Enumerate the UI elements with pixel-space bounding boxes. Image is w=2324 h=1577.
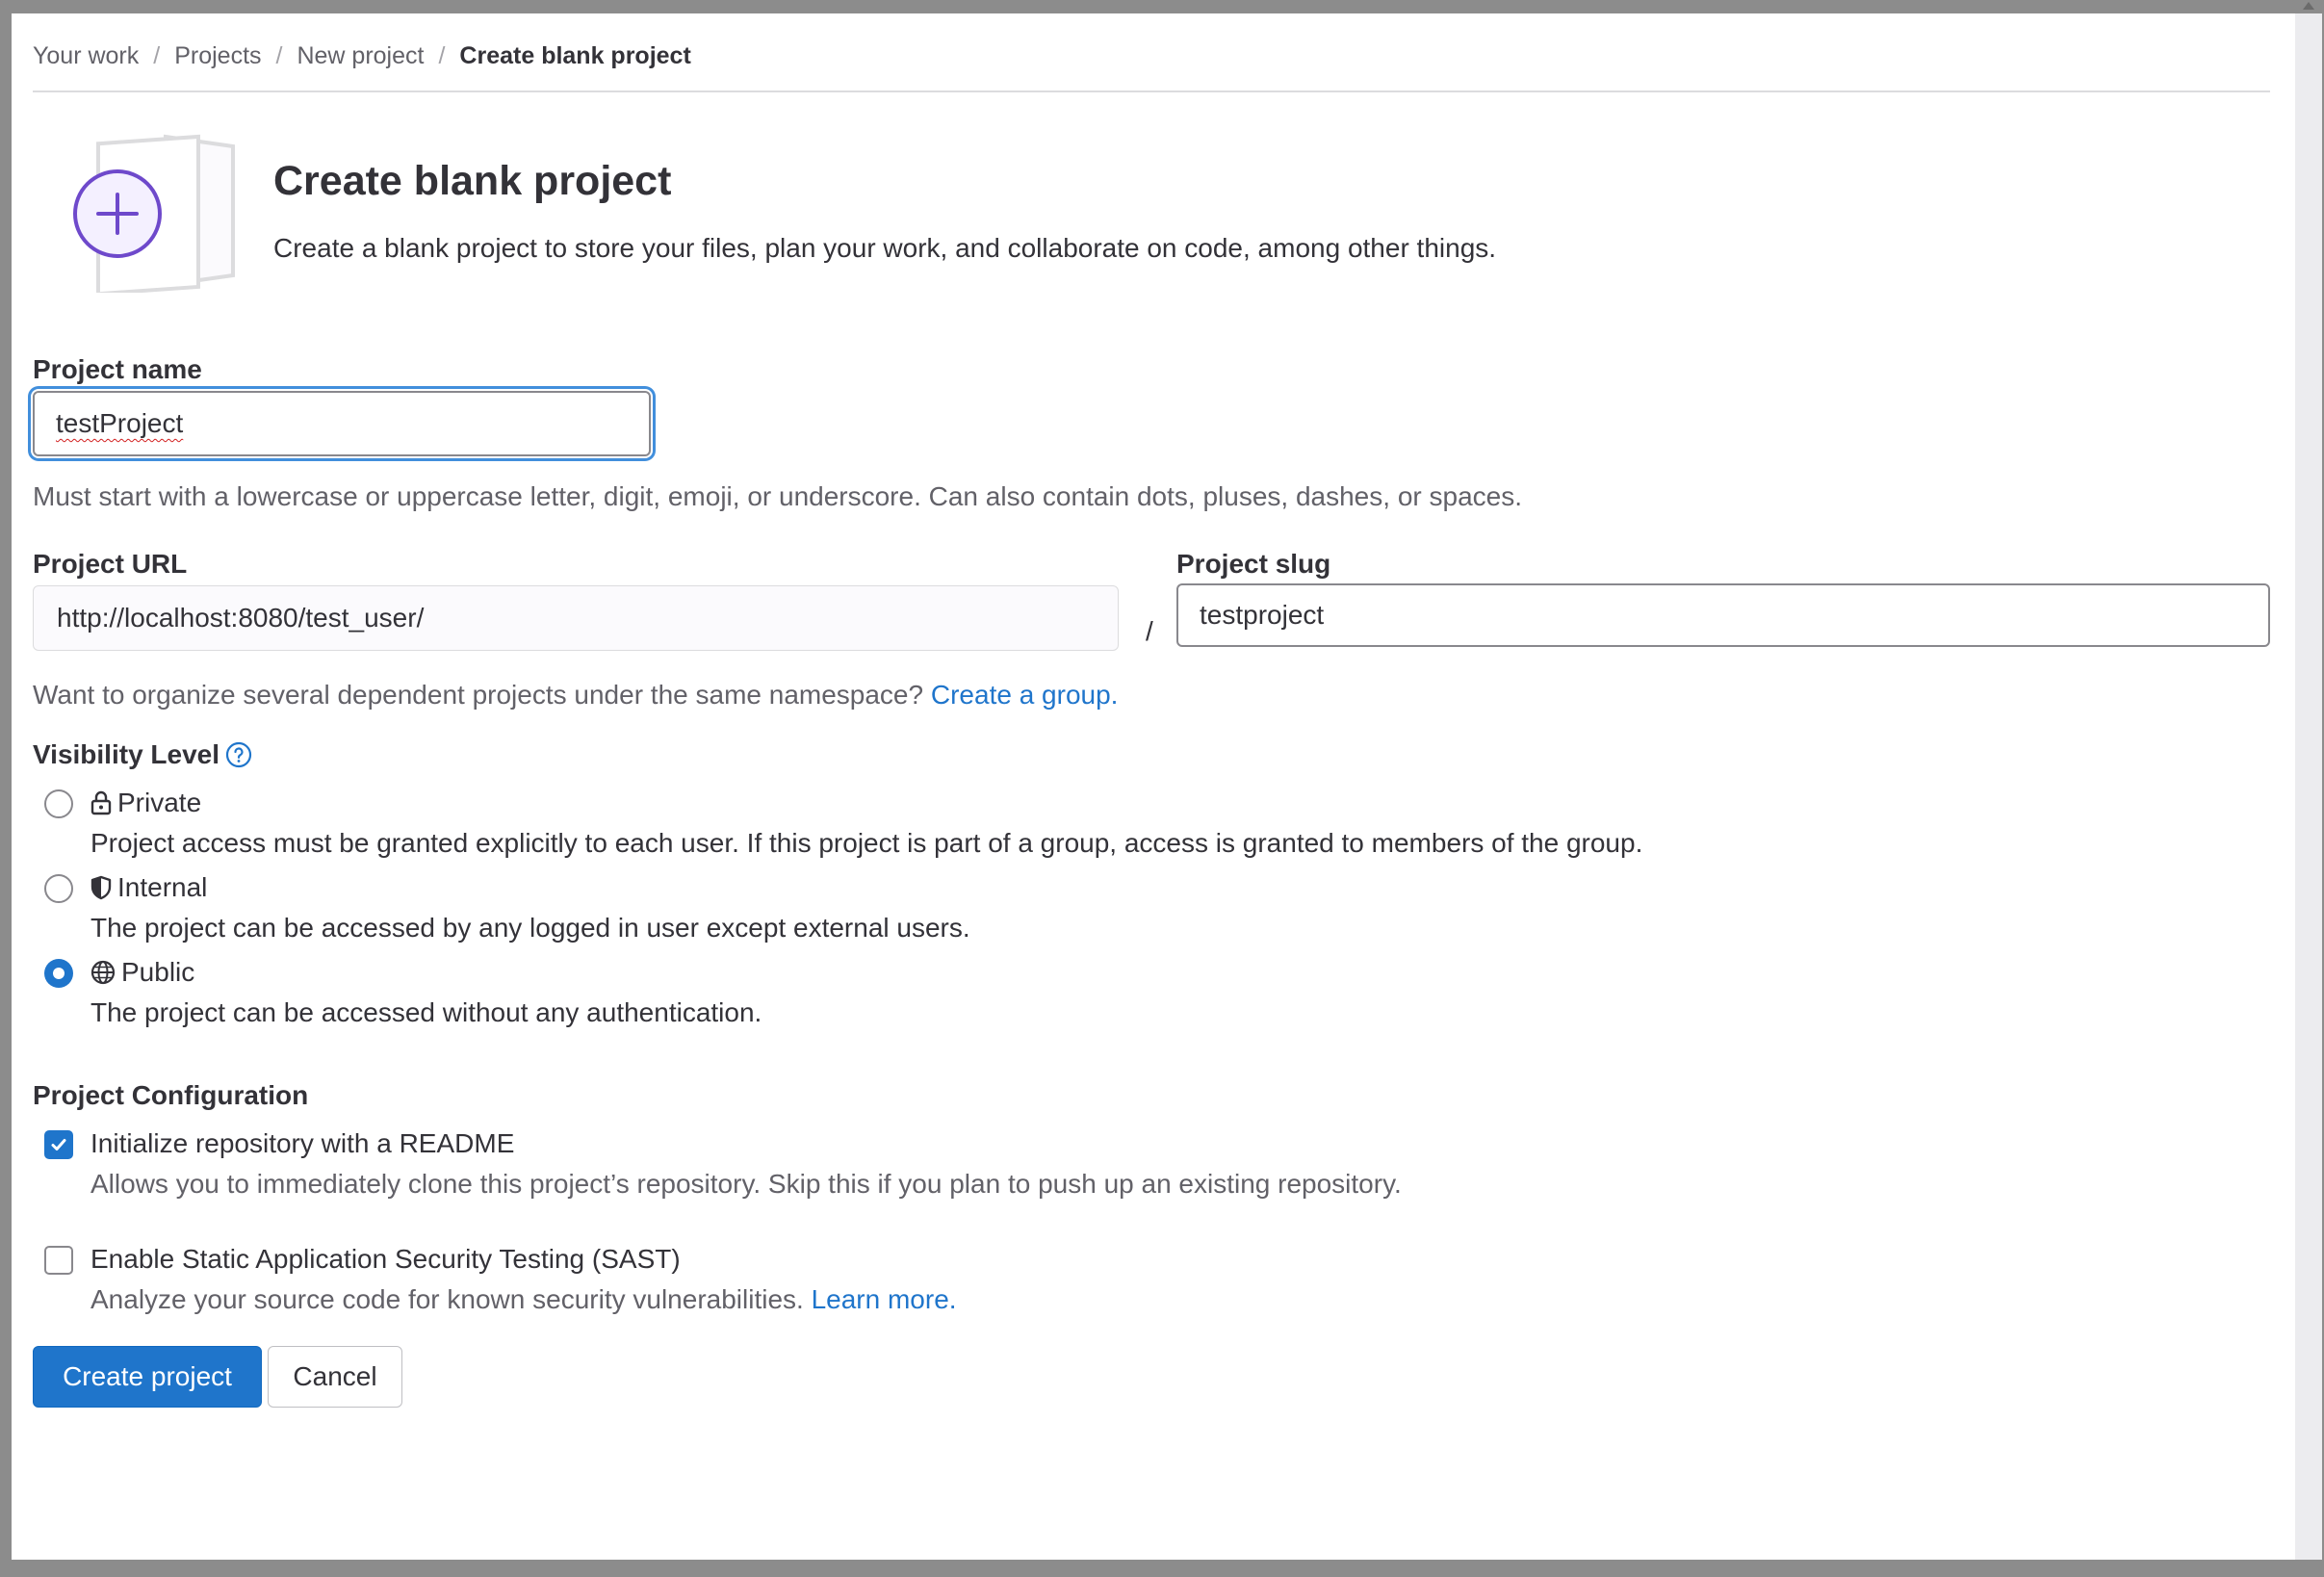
visibility-internal-description: The project can be accessed by any logge… (90, 913, 970, 943)
visibility-private-label: Private (117, 788, 202, 817)
visibility-internal-option[interactable]: Internal (90, 872, 207, 903)
project-name-label: Project name (33, 354, 202, 384)
blank-project-illustration (60, 121, 243, 297)
page: Your work / Projects / New project / Cre… (12, 13, 2295, 1560)
project-name-help: Must start with a lowercase or uppercase… (33, 481, 1522, 511)
question-circle-icon[interactable] (225, 741, 252, 768)
project-name-value: testProject (56, 408, 184, 438)
learn-more-link[interactable]: Learn more. (812, 1284, 957, 1314)
visibility-private-option[interactable]: Private (90, 788, 201, 818)
project-slug-input[interactable]: testproject (1176, 583, 2270, 647)
breadcrumb: Your work / Projects / New project / Cre… (33, 42, 691, 70)
scrollbar-up-arrow[interactable] (2303, 2, 2314, 10)
page-description: Create a blank project to store your fil… (273, 233, 1497, 263)
cancel-button[interactable]: Cancel (268, 1346, 402, 1408)
visibility-public-radio[interactable] (44, 959, 73, 988)
scrollbar[interactable] (2295, 13, 2322, 1560)
project-url-label: Project URL (33, 549, 188, 579)
project-url-field[interactable]: http://localhost:8080/test_user/ (33, 585, 1119, 651)
sast-description-text: Analyze your source code for known secur… (90, 1284, 804, 1314)
create-group-link[interactable]: Create a group. (931, 680, 1119, 710)
namespace-help-text: Want to organize several dependent proje… (33, 680, 924, 710)
visibility-private-radio[interactable] (44, 789, 73, 818)
sast-option-description: Analyze your source code for known secur… (90, 1284, 957, 1315)
readme-option-label[interactable]: Initialize repository with a README (90, 1128, 514, 1159)
visibility-public-option[interactable]: Public (90, 957, 194, 988)
breadcrumb-separator: / (153, 42, 161, 69)
breadcrumb-separator: / (275, 42, 283, 69)
url-separator: / (1146, 616, 1153, 646)
breadcrumb-your-work[interactable]: Your work (33, 42, 139, 70)
globe-icon (90, 960, 116, 985)
lock-icon (90, 790, 112, 815)
checkmark-icon (51, 1139, 66, 1150)
visibility-public-description: The project can be accessed without any … (90, 997, 762, 1027)
create-project-button[interactable]: Create project (33, 1346, 262, 1408)
project-name-input[interactable]: testProject (33, 391, 651, 456)
visibility-private-description: Project access must be granted explicitl… (90, 828, 1643, 858)
sast-option-label[interactable]: Enable Static Application Security Testi… (90, 1244, 681, 1275)
header-divider (33, 90, 2270, 92)
breadcrumb-separator: / (438, 42, 446, 69)
readme-option-description: Allows you to immediately clone this pro… (90, 1169, 1402, 1199)
visibility-internal-radio[interactable] (44, 874, 73, 903)
breadcrumb-projects[interactable]: Projects (174, 42, 261, 70)
visibility-level-label: Visibility Level (33, 739, 252, 770)
breadcrumb-current: Create blank project (459, 42, 691, 69)
visibility-public-label: Public (121, 957, 195, 987)
project-slug-label: Project slug (1176, 549, 1331, 579)
sast-checkbox[interactable] (44, 1246, 73, 1275)
visibility-level-text: Visibility Level (33, 739, 220, 769)
project-configuration-label: Project Configuration (33, 1080, 309, 1110)
namespace-help: Want to organize several dependent proje… (33, 680, 1118, 711)
breadcrumb-new-project[interactable]: New project (297, 42, 424, 70)
page-title: Create blank project (273, 158, 672, 204)
visibility-internal-label: Internal (117, 872, 208, 902)
shield-icon (90, 875, 112, 900)
readme-checkbox[interactable] (44, 1130, 73, 1159)
